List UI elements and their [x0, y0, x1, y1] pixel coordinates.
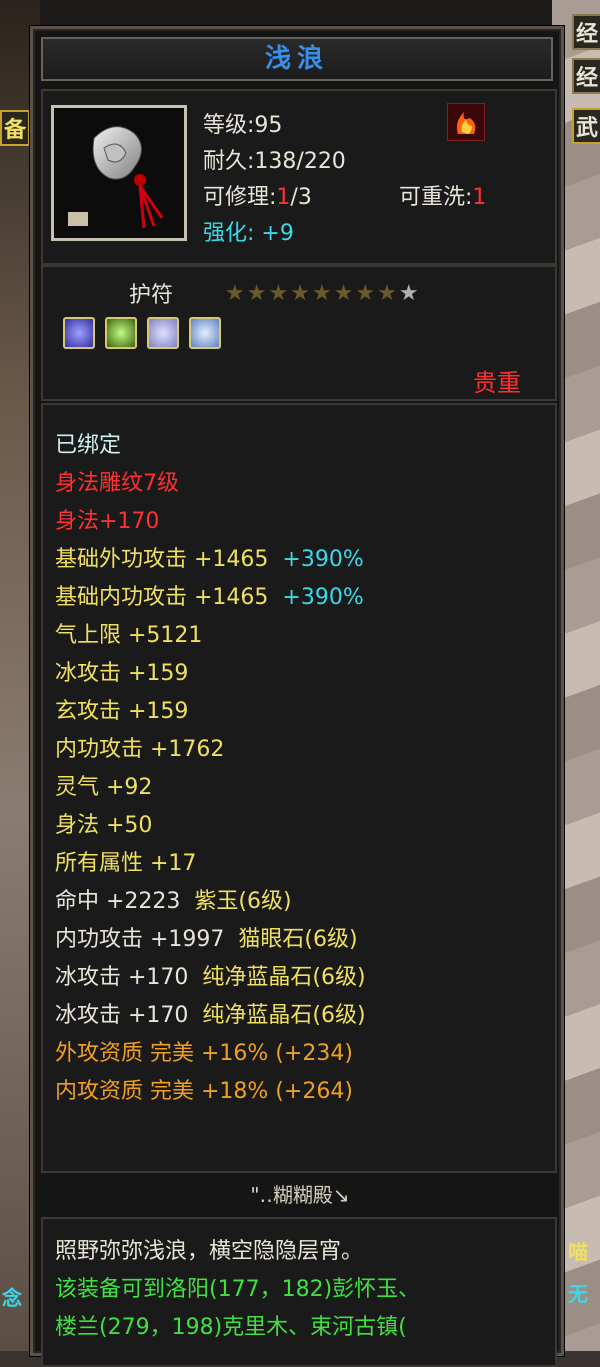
attribute-text: 外攻资质 完美 +16% (+234): [55, 1041, 353, 1066]
attribute-row: 玄攻击 +159: [55, 693, 188, 725]
attribute-text: 身法雕纹7级: [55, 471, 179, 496]
item-quality: 贵重: [473, 369, 521, 397]
attribute-row: 冰攻击 +170 纯净蓝晶石(6级): [55, 959, 366, 991]
attribute-row: 基础外功攻击 +1465 +390%: [55, 541, 364, 573]
attribute-extra: +390%: [282, 585, 364, 610]
attribute-extra: 紫玉(6级): [194, 889, 292, 914]
attribute-extra: +390%: [282, 547, 364, 572]
attribute-row: 所有属性 +17: [55, 845, 196, 877]
star-rating: ★★★★★★★★★: [225, 281, 421, 306]
attribute-row: 基础内功攻击 +1465 +390%: [55, 579, 364, 611]
gem-slot-4-icon[interactable]: [189, 317, 221, 349]
description-panel: 照野弥弥浅浪，横空隐隐层宵。 该装备可到洛阳(177，182)彭怀玉、 楼兰(2…: [41, 1217, 557, 1367]
attribute-extra: 纯净蓝晶石(6级): [202, 1003, 366, 1028]
attribute-text: 玄攻击 +159: [55, 699, 189, 724]
rewash-value: 1: [472, 185, 487, 210]
gem-slot-2-icon[interactable]: [105, 317, 137, 349]
attribute-text: 冰攻击 +170: [55, 1003, 189, 1028]
item-icon: [51, 105, 187, 241]
attribute-text: 灵气 +92: [55, 775, 153, 800]
repair-label: 可修理:: [203, 185, 277, 210]
rewash-label: 可重洗:: [399, 185, 473, 210]
attribute-row: 身法+170: [55, 503, 159, 535]
attribute-text: 内功攻击 +1997: [55, 927, 225, 952]
chat-fragment-1: 喵: [568, 1240, 588, 1264]
attribute-text: 所有属性 +17: [55, 851, 197, 876]
item-tooltip: 浅浪 等级:95 耐久:138/220 可修理:1/3 可重洗:1 强化: +9: [30, 26, 564, 1367]
chat-fragment-2: 无: [568, 1282, 588, 1306]
side-tab-2[interactable]: 经: [572, 58, 600, 94]
flame-buff-icon: [447, 103, 485, 141]
star-filled-icon: ★: [246, 281, 269, 306]
chat-fragment-3: 念: [2, 1286, 22, 1310]
left-tab[interactable]: 备: [0, 110, 31, 146]
item-enhance: 强化: +9: [203, 215, 294, 247]
description-line-2: 该装备可到洛阳(177，182)彭怀玉、: [55, 1277, 421, 1302]
attribute-panel: 已绑定 身法雕纹7级 身法+170 基础外功攻击 +1465 +390% 基础内功攻击 +…: [41, 403, 557, 1173]
gem-slot-3-icon[interactable]: [147, 317, 179, 349]
star-filled-icon: ★: [355, 281, 378, 306]
star-filled-icon: ★: [333, 281, 356, 306]
amulet-icon: [68, 126, 164, 229]
star-filled-icon: ★: [377, 281, 399, 306]
item-name: 浅浪: [41, 37, 553, 81]
attribute-extra: 猫眼石(6级): [238, 927, 358, 952]
star-filled-icon: ★: [311, 281, 334, 306]
repair-total: /3: [290, 185, 312, 210]
attribute-row: 内攻资质 完美 +18% (+264): [55, 1073, 353, 1105]
attribute-text: 内攻资质 完美 +18% (+264): [55, 1079, 353, 1104]
attribute-row: 冰攻击 +170 纯净蓝晶石(6级): [55, 997, 366, 1029]
attribute-row: 身法雕纹7级: [55, 465, 179, 497]
attribute-extra: 纯净蓝晶石(6级): [202, 965, 366, 990]
description-line-1: 照野弥弥浅浪，横空隐隐层宵。: [55, 1239, 364, 1264]
side-tab-1[interactable]: 经: [572, 14, 600, 50]
attribute-text: 基础外功攻击 +1465: [55, 547, 269, 572]
repair-value: 1: [276, 185, 291, 210]
attribute-row: 内功攻击 +1997 猫眼石(6级): [55, 921, 358, 953]
attribute-text: 气上限 +5121: [55, 623, 203, 648]
attribute-row: 外攻资质 完美 +16% (+234): [55, 1035, 353, 1067]
attribute-row: 灵气 +92: [55, 769, 152, 801]
enhance-label: 强化:: [203, 221, 255, 246]
description-line-3: 楼兰(279，198)克里木、束河古镇(: [55, 1315, 407, 1340]
owner-signature: "‥糊糊殿↘: [250, 1183, 350, 1207]
gem-slot-1-icon[interactable]: [63, 317, 95, 349]
side-tab-3[interactable]: 武: [572, 108, 600, 144]
attribute-text: 冰攻击 +170: [55, 965, 189, 990]
star-filled-icon: ★: [225, 281, 247, 306]
star-empty-icon: ★: [398, 281, 421, 306]
attribute-row: 已绑定: [55, 427, 121, 459]
item-repair: 可修理:1/3: [203, 179, 312, 211]
attribute-text: 身法+170: [55, 509, 160, 534]
item-level: 等级:95: [203, 113, 283, 138]
attribute-text: 冰攻击 +159: [55, 661, 189, 686]
attribute-row: 气上限 +5121: [55, 617, 202, 649]
attribute-text: 内功攻击 +1762: [55, 737, 225, 762]
attribute-row: 身法 +50: [55, 807, 152, 839]
attribute-text: 基础内功攻击 +1465: [55, 585, 269, 610]
enhance-value: +9: [261, 221, 294, 246]
attribute-row: 命中 +2223 紫玉(6级): [55, 883, 292, 915]
item-type: 护符: [129, 283, 174, 308]
attribute-text: 命中 +2223: [55, 889, 181, 914]
item-durability: 耐久:138/220: [203, 149, 346, 174]
attribute-row: 内功攻击 +1762: [55, 731, 224, 763]
attribute-text: 已绑定: [55, 433, 122, 458]
star-filled-icon: ★: [290, 281, 312, 306]
star-filled-icon: ★: [268, 281, 291, 306]
attribute-row: 冰攻击 +159: [55, 655, 188, 687]
item-rewash: 可重洗:1: [399, 179, 486, 211]
attribute-text: 身法 +50: [55, 813, 153, 838]
